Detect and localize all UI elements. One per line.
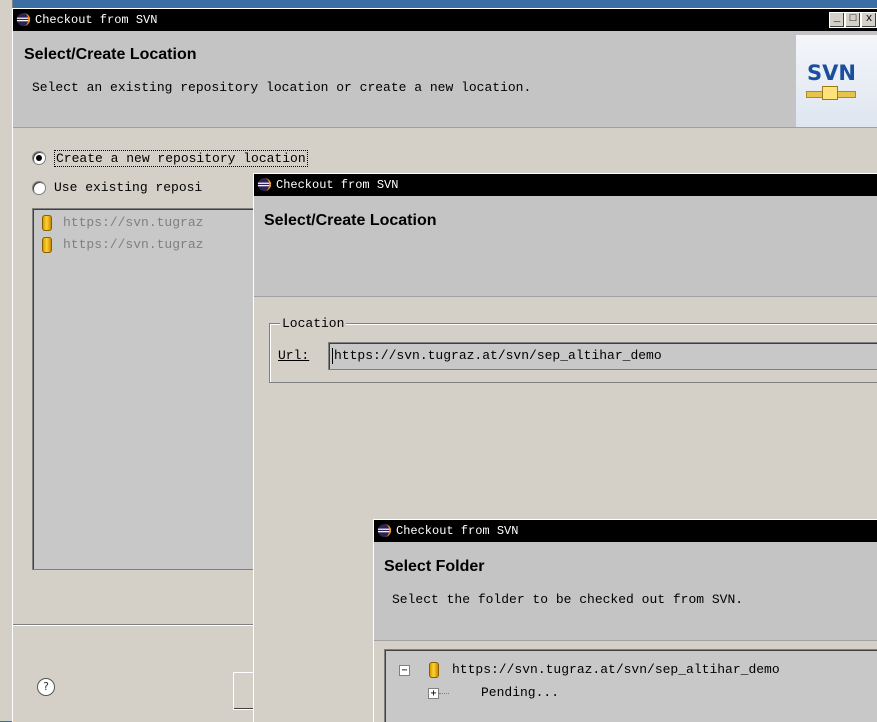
eclipse-icon [257, 177, 272, 192]
tree-row-child[interactable]: + Pending... [385, 685, 877, 703]
wizard-body: − https://svn.tugraz.at/svn/sep_altihar_… [374, 641, 877, 722]
radio-existing-label[interactable]: Use existing reposi [54, 180, 202, 195]
svn-logo-text: SVN [807, 61, 856, 85]
title-bar[interactable]: Checkout from SVN _ □ x [13, 9, 877, 31]
radio-create-new[interactable] [32, 151, 46, 165]
help-icon: ? [43, 680, 49, 693]
title-bar[interactable]: Checkout from SVN [254, 174, 877, 196]
repository-icon [429, 662, 439, 678]
page-title: Select Folder [384, 558, 485, 575]
page-title: Select/Create Location [264, 212, 437, 229]
svn-logo-box [822, 86, 838, 100]
wizard-header: Select Folder Select the folder to be ch… [374, 542, 877, 641]
location-group-label: Location [280, 316, 347, 331]
help-button[interactable]: ? [37, 678, 55, 696]
minimize-button[interactable]: _ [829, 12, 845, 28]
wizard-header: Select/Create Location [254, 196, 877, 297]
close-button[interactable]: x [861, 12, 877, 28]
radio-create-label[interactable]: Create a new repository location [54, 150, 308, 167]
tree-expander[interactable]: − [399, 665, 410, 676]
repository-url: https://svn.tugraz [63, 237, 204, 252]
repository-icon [42, 237, 52, 253]
page-description: Select an existing repository location o… [32, 80, 532, 95]
maximize-button[interactable]: □ [845, 12, 861, 28]
window-title: Checkout from SVN [396, 524, 519, 538]
repository-icon [42, 215, 52, 231]
svn-logo: SVN [796, 35, 877, 127]
radio-use-existing[interactable] [32, 181, 46, 195]
tree-root-url: https://svn.tugraz.at/svn/sep_altihar_de… [452, 662, 780, 677]
url-caret [332, 348, 333, 364]
tree-line [439, 693, 449, 694]
eclipse-icon [377, 523, 392, 538]
window-title: Checkout from SVN [35, 13, 158, 27]
url-input[interactable]: https://svn.tugraz.at/svn/sep_altihar_de… [328, 342, 877, 370]
eclipse-icon [16, 12, 31, 27]
url-label-text: Url: [278, 348, 310, 363]
tree-expander[interactable]: + [428, 688, 439, 699]
url-value: https://svn.tugraz.at/svn/sep_altihar_de… [334, 348, 662, 363]
tree-child-label: Pending... [481, 685, 560, 700]
folder-tree[interactable]: − https://svn.tugraz.at/svn/sep_altihar_… [384, 649, 877, 722]
window-title: Checkout from SVN [276, 178, 399, 192]
url-label: Url: [278, 348, 309, 363]
checkout-dialog-select-folder: Checkout from SVN Select Folder Select t… [373, 519, 877, 722]
tree-row-root[interactable]: − https://svn.tugraz.at/svn/sep_altihar_… [385, 662, 877, 680]
repository-url: https://svn.tugraz [63, 215, 204, 230]
page-title: Select/Create Location [24, 46, 197, 63]
title-bar[interactable]: Checkout from SVN [374, 520, 877, 542]
wizard-header: Select/Create Location Select an existin… [13, 31, 877, 128]
page-description: Select the folder to be checked out from… [392, 592, 744, 607]
